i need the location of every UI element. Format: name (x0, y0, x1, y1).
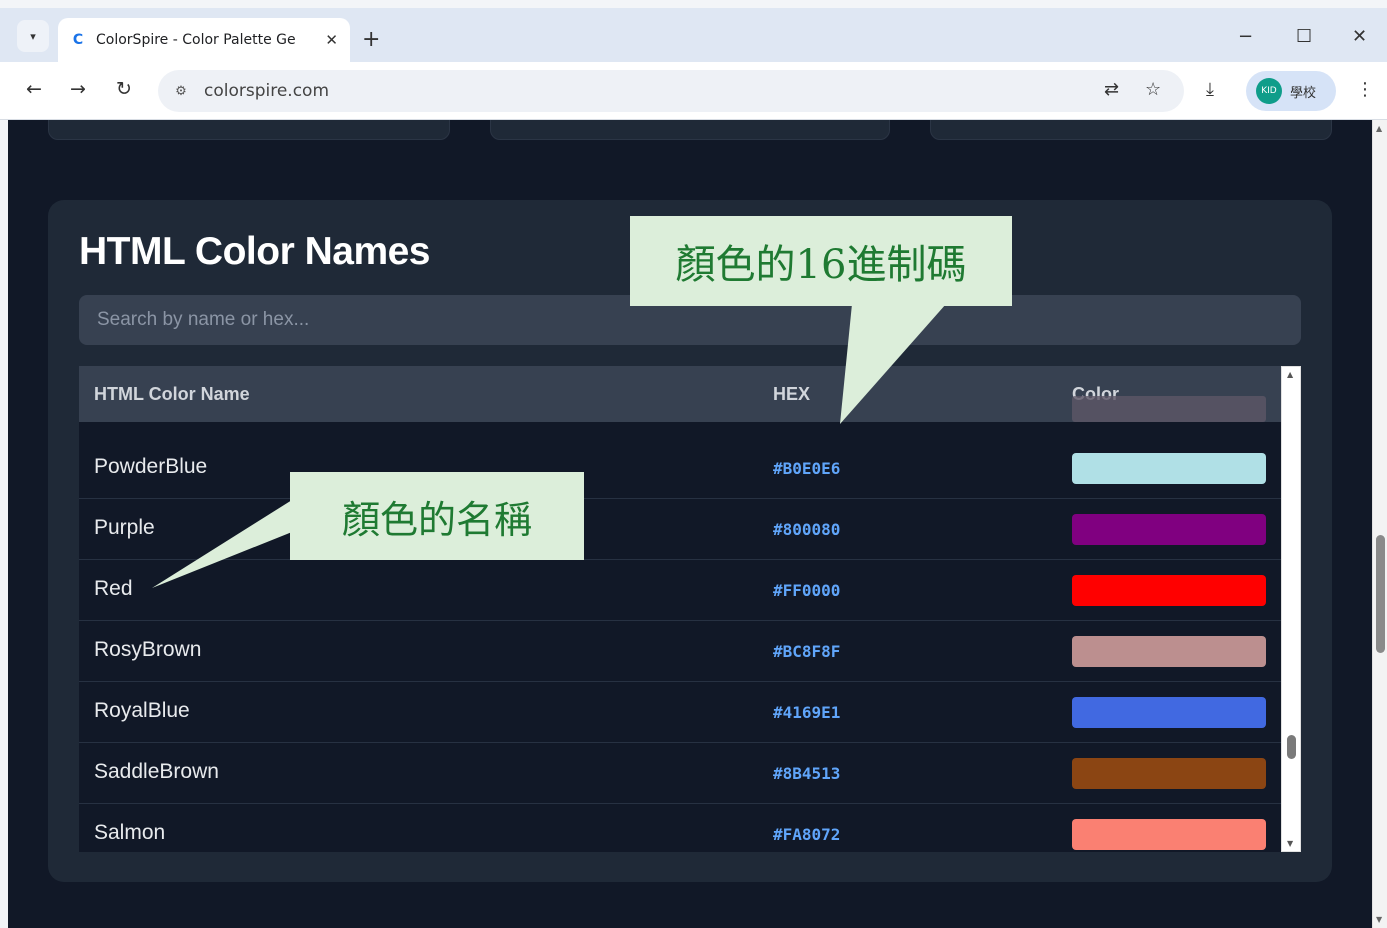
hex-code-callout: 顏色的16進制碼 (630, 216, 1012, 306)
translate-icon[interactable]: ⇄ (1104, 79, 1119, 100)
window-close-icon[interactable]: ✕ (1352, 26, 1367, 47)
color-swatch[interactable] (1072, 514, 1266, 545)
tab-title: ColorSpire - Color Palette Ge (96, 32, 296, 48)
tab-search-chevron-icon[interactable]: ▾ (17, 20, 49, 52)
table-scroll-thumb[interactable] (1287, 735, 1296, 759)
column-header-name[interactable]: HTML Color Name (94, 384, 250, 405)
color-hex[interactable]: #4169E1 (773, 703, 840, 722)
color-swatch[interactable] (1072, 636, 1266, 667)
color-hex[interactable]: #BC8F8F (773, 642, 840, 661)
new-tab-plus-icon[interactable]: + (362, 26, 380, 54)
table-row[interactable]: RoyalBlue #4169E1 (79, 682, 1281, 743)
back-arrow-icon[interactable]: ← (26, 78, 42, 100)
address-bar[interactable]: ⚙ colorspire.com (158, 70, 1184, 112)
browser-toolbar: ← → ↻ ⚙ colorspire.com ⇄ ☆ ⤓ KID 學校 ⋮ (0, 62, 1387, 120)
color-name-callout: 顏色的名稱 (290, 472, 584, 560)
table-row[interactable]: PowderBlue #B0E0E6 (79, 438, 1281, 499)
color-swatch[interactable] (1072, 697, 1266, 728)
site-favicon-icon: C (72, 32, 84, 48)
download-icon[interactable]: ⤓ (1206, 79, 1214, 100)
color-swatch[interactable] (1072, 575, 1266, 606)
color-hex[interactable]: #B0E0E6 (773, 459, 840, 478)
previous-card (48, 120, 450, 140)
url-text: colorspire.com (204, 81, 330, 101)
table-row[interactable]: Purple #800080 (79, 499, 1281, 560)
scroll-down-arrow-icon[interactable]: ▼ (1287, 839, 1293, 848)
profile-label: 學校 (1290, 85, 1317, 101)
window-minimize-icon[interactable]: − (1238, 26, 1253, 47)
tab-close-icon[interactable]: ✕ (325, 31, 338, 49)
profile-chip[interactable]: KID 學校 (1246, 71, 1336, 111)
color-name: PowderBlue (94, 455, 208, 478)
window-maximize-icon[interactable]: ☐ (1296, 26, 1312, 47)
color-table: HTML Color Name HEX Color PowderBlue #B0… (79, 366, 1301, 852)
page-left-edge (0, 120, 8, 928)
avatar: KID (1256, 78, 1282, 104)
page-scroll-thumb[interactable] (1376, 535, 1385, 653)
color-swatch[interactable] (1072, 453, 1266, 484)
color-name: RosyBrown (94, 638, 202, 661)
color-name: SaddleBrown (94, 760, 219, 783)
color-swatch[interactable] (1072, 819, 1266, 850)
table-header: HTML Color Name HEX Color (79, 366, 1281, 422)
previous-card (930, 120, 1332, 140)
page-scroll-up-arrow-icon[interactable]: ▲ (1376, 124, 1382, 133)
bookmark-star-icon[interactable]: ☆ (1145, 79, 1161, 100)
color-name: RoyalBlue (94, 699, 190, 722)
column-header-hex[interactable]: HEX (773, 384, 810, 405)
previous-card (490, 120, 890, 140)
scrolled-swatch-peek (1072, 396, 1266, 422)
table-row[interactable]: Red #FF0000 (79, 560, 1281, 621)
color-hex[interactable]: #FF0000 (773, 581, 840, 600)
table-row[interactable]: Salmon #FA8072 (79, 804, 1281, 852)
color-hex[interactable]: #8B4513 (773, 764, 840, 783)
color-hex[interactable]: #FA8072 (773, 825, 840, 844)
reload-icon[interactable]: ↻ (116, 78, 132, 100)
color-name: Salmon (94, 821, 166, 844)
browser-tab[interactable]: C ColorSpire - Color Palette Ge ✕ (58, 18, 350, 62)
tab-bar: ▾ C ColorSpire - Color Palette Ge ✕ + − … (0, 0, 1387, 62)
page-scroll-down-arrow-icon[interactable]: ▼ (1376, 915, 1382, 924)
color-name: Purple (94, 516, 155, 539)
forward-arrow-icon[interactable]: → (70, 78, 86, 100)
page-scrollbar[interactable]: ▲ ▼ (1372, 120, 1387, 928)
scroll-up-arrow-icon[interactable]: ▲ (1287, 370, 1293, 379)
color-hex[interactable]: #800080 (773, 520, 840, 539)
site-info-icon[interactable]: ⚙ (172, 82, 190, 100)
more-menu-icon[interactable]: ⋮ (1356, 79, 1374, 100)
page-title: HTML Color Names (79, 230, 431, 273)
table-row[interactable]: RosyBrown #BC8F8F (79, 621, 1281, 682)
color-swatch[interactable] (1072, 758, 1266, 789)
color-name: Red (94, 577, 133, 600)
table-row[interactable]: SaddleBrown #8B4513 (79, 743, 1281, 804)
table-scrollbar[interactable]: ▲ ▼ (1281, 366, 1301, 852)
